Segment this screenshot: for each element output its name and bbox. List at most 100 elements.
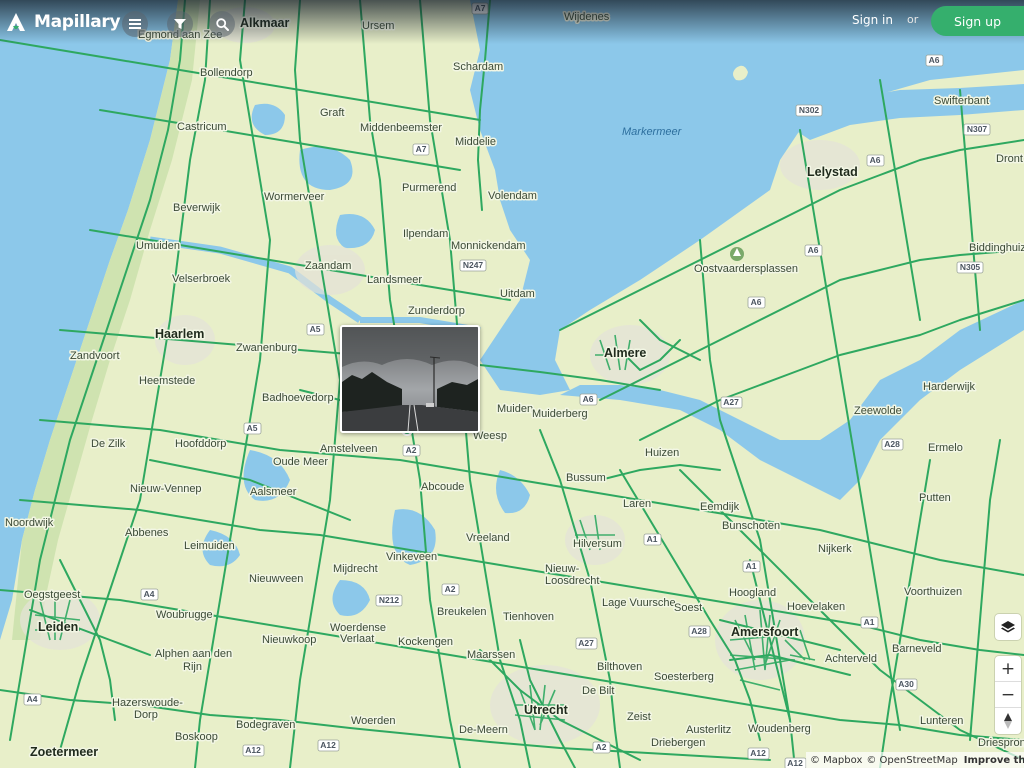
- svg-text:A6: A6: [808, 245, 819, 255]
- svg-text:Purmerend: Purmerend: [402, 182, 456, 194]
- svg-text:Hazerswoude-: Hazerswoude-: [112, 697, 183, 709]
- shield-a6-almere: A6: [747, 296, 766, 309]
- svg-text:Austerlitz: Austerlitz: [686, 724, 731, 736]
- svg-text:A12: A12: [320, 740, 336, 750]
- svg-text:Loosdrecht: Loosdrecht: [545, 575, 599, 587]
- shield-n307: N307: [963, 123, 991, 136]
- svg-text:Leimuiden: Leimuiden: [184, 540, 235, 552]
- search-button[interactable]: [209, 11, 235, 37]
- svg-text:Vinkeveen: Vinkeveen: [386, 551, 437, 563]
- park-icon: [730, 247, 744, 261]
- shield-a5-south: A5: [243, 422, 262, 435]
- svg-text:A27: A27: [723, 397, 739, 407]
- mapbox-attribution[interactable]: © Mapbox: [810, 755, 862, 766]
- svg-text:N247: N247: [463, 260, 484, 270]
- svg-text:Nieuw-Vennep: Nieuw-Vennep: [130, 483, 202, 495]
- svg-text:Amstelveen: Amstelveen: [320, 443, 377, 455]
- svg-text:Laren: Laren: [623, 498, 651, 510]
- search-icon: [215, 17, 229, 31]
- svg-text:N307: N307: [967, 124, 988, 134]
- svg-text:Tienhoven: Tienhoven: [503, 611, 554, 623]
- svg-text:A12: A12: [787, 758, 803, 768]
- svg-text:Maarssen: Maarssen: [467, 649, 515, 661]
- filter-funnel-icon: [174, 19, 186, 29]
- svg-text:A5: A5: [247, 423, 258, 433]
- svg-text:Hilversum: Hilversum: [573, 538, 622, 550]
- svg-text:Soest: Soest: [674, 602, 702, 614]
- layers-button[interactable]: [995, 614, 1021, 640]
- compass-button[interactable]: [995, 708, 1021, 734]
- svg-text:Alphen aan den: Alphen aan den: [155, 648, 232, 660]
- svg-text:N212: N212: [379, 595, 400, 605]
- svg-text:Uitdam: Uitdam: [500, 288, 535, 300]
- svg-text:A6: A6: [583, 394, 594, 404]
- svg-text:Muiden: Muiden: [497, 403, 533, 415]
- svg-text:A28: A28: [884, 439, 900, 449]
- shield-a27-south: A27: [575, 637, 598, 650]
- svg-text:Huizen: Huizen: [645, 447, 679, 459]
- svg-text:Achterveld: Achterveld: [825, 653, 877, 665]
- svg-text:Middelie: Middelie: [455, 136, 496, 148]
- svg-text:Biddinghuizen: Biddinghuizen: [969, 242, 1024, 254]
- label-amersfoort: Amersfoort: [731, 625, 799, 639]
- svg-text:Volendam: Volendam: [488, 190, 537, 202]
- menu-button[interactable]: [122, 11, 148, 37]
- svg-text:Zaandam: Zaandam: [305, 260, 351, 272]
- svg-text:A5: A5: [310, 324, 321, 334]
- or-text: or: [907, 13, 919, 26]
- image-preview-thumbnail[interactable]: [340, 325, 480, 433]
- svg-text:Bussum: Bussum: [566, 472, 606, 484]
- label-lelystad: Lelystad: [807, 165, 858, 179]
- svg-text:Barneveld: Barneveld: [892, 643, 942, 655]
- zoom-out-button[interactable]: −: [995, 682, 1021, 708]
- svg-text:A4: A4: [144, 589, 155, 599]
- top-bar: Mapillary Sign in or Sign up: [0, 0, 1024, 44]
- svg-text:Nijkerk: Nijkerk: [818, 543, 852, 555]
- svg-text:A28: A28: [691, 626, 707, 636]
- app-name: Mapillary: [34, 12, 121, 32]
- shield-a2-north: A2: [402, 444, 421, 457]
- svg-text:A27: A27: [578, 638, 594, 648]
- shield-a7-purmerend: A7: [412, 143, 430, 156]
- svg-text:De-Meern: De-Meern: [459, 724, 508, 736]
- svg-text:Dront: Dront: [996, 153, 1023, 165]
- sign-up-button[interactable]: Sign up: [931, 6, 1024, 36]
- compass-north-icon: [1004, 713, 1012, 729]
- zoom-controls: + −: [995, 656, 1021, 734]
- filter-button[interactable]: [167, 11, 193, 37]
- shield-a1-hoogland: A1: [742, 560, 761, 573]
- label-almere: Almere: [604, 346, 646, 360]
- svg-text:N302: N302: [799, 105, 820, 115]
- svg-text:Ilpendam: Ilpendam: [403, 228, 448, 240]
- svg-text:Graft: Graft: [320, 107, 344, 119]
- mapillary-logo-icon: [7, 13, 25, 31]
- improve-map-link[interactable]: Improve this map: [964, 755, 1024, 766]
- svg-text:Bodegraven: Bodegraven: [236, 719, 295, 731]
- shield-a12-mid: A12: [317, 739, 340, 752]
- svg-text:Ermelo: Ermelo: [928, 442, 963, 454]
- shield-a1-barneveld: A1: [860, 616, 879, 629]
- shield-a30: A30: [895, 678, 918, 691]
- shield-a5: A5: [306, 323, 325, 336]
- label-zoetermeer: Zoetermeer: [30, 745, 98, 759]
- osm-attribution[interactable]: © OpenStreetMap: [866, 755, 957, 766]
- svg-text:A2: A2: [445, 584, 456, 594]
- svg-text:Abcoude: Abcoude: [421, 481, 464, 493]
- mapillary-logo[interactable]: Mapillary: [4, 10, 121, 34]
- shield-n305: N305: [956, 261, 984, 274]
- svg-text:Boskoop: Boskoop: [175, 731, 218, 743]
- svg-text:Voorthuizen: Voorthuizen: [904, 586, 962, 598]
- svg-text:Beverwijk: Beverwijk: [173, 202, 221, 214]
- shield-a12-far: A12: [784, 757, 807, 768]
- svg-text:Middenbeemster: Middenbeemster: [360, 122, 442, 134]
- svg-text:Eemdijk: Eemdijk: [700, 501, 740, 513]
- shield-a6-gooi: A6: [579, 393, 598, 406]
- map-canvas[interactable]: Markermeer Alkmaar Lelystad Haarlem Alme…: [0, 0, 1024, 768]
- zoom-in-button[interactable]: +: [995, 656, 1021, 682]
- label-leiden: Leiden: [38, 620, 78, 634]
- sign-in-link[interactable]: Sign in: [852, 13, 893, 27]
- svg-text:Lage Vuursche: Lage Vuursche: [602, 597, 676, 609]
- shield-a4-south: A4: [23, 693, 42, 706]
- street-photo-thumbnail: [342, 327, 478, 431]
- svg-text:A6: A6: [929, 55, 940, 65]
